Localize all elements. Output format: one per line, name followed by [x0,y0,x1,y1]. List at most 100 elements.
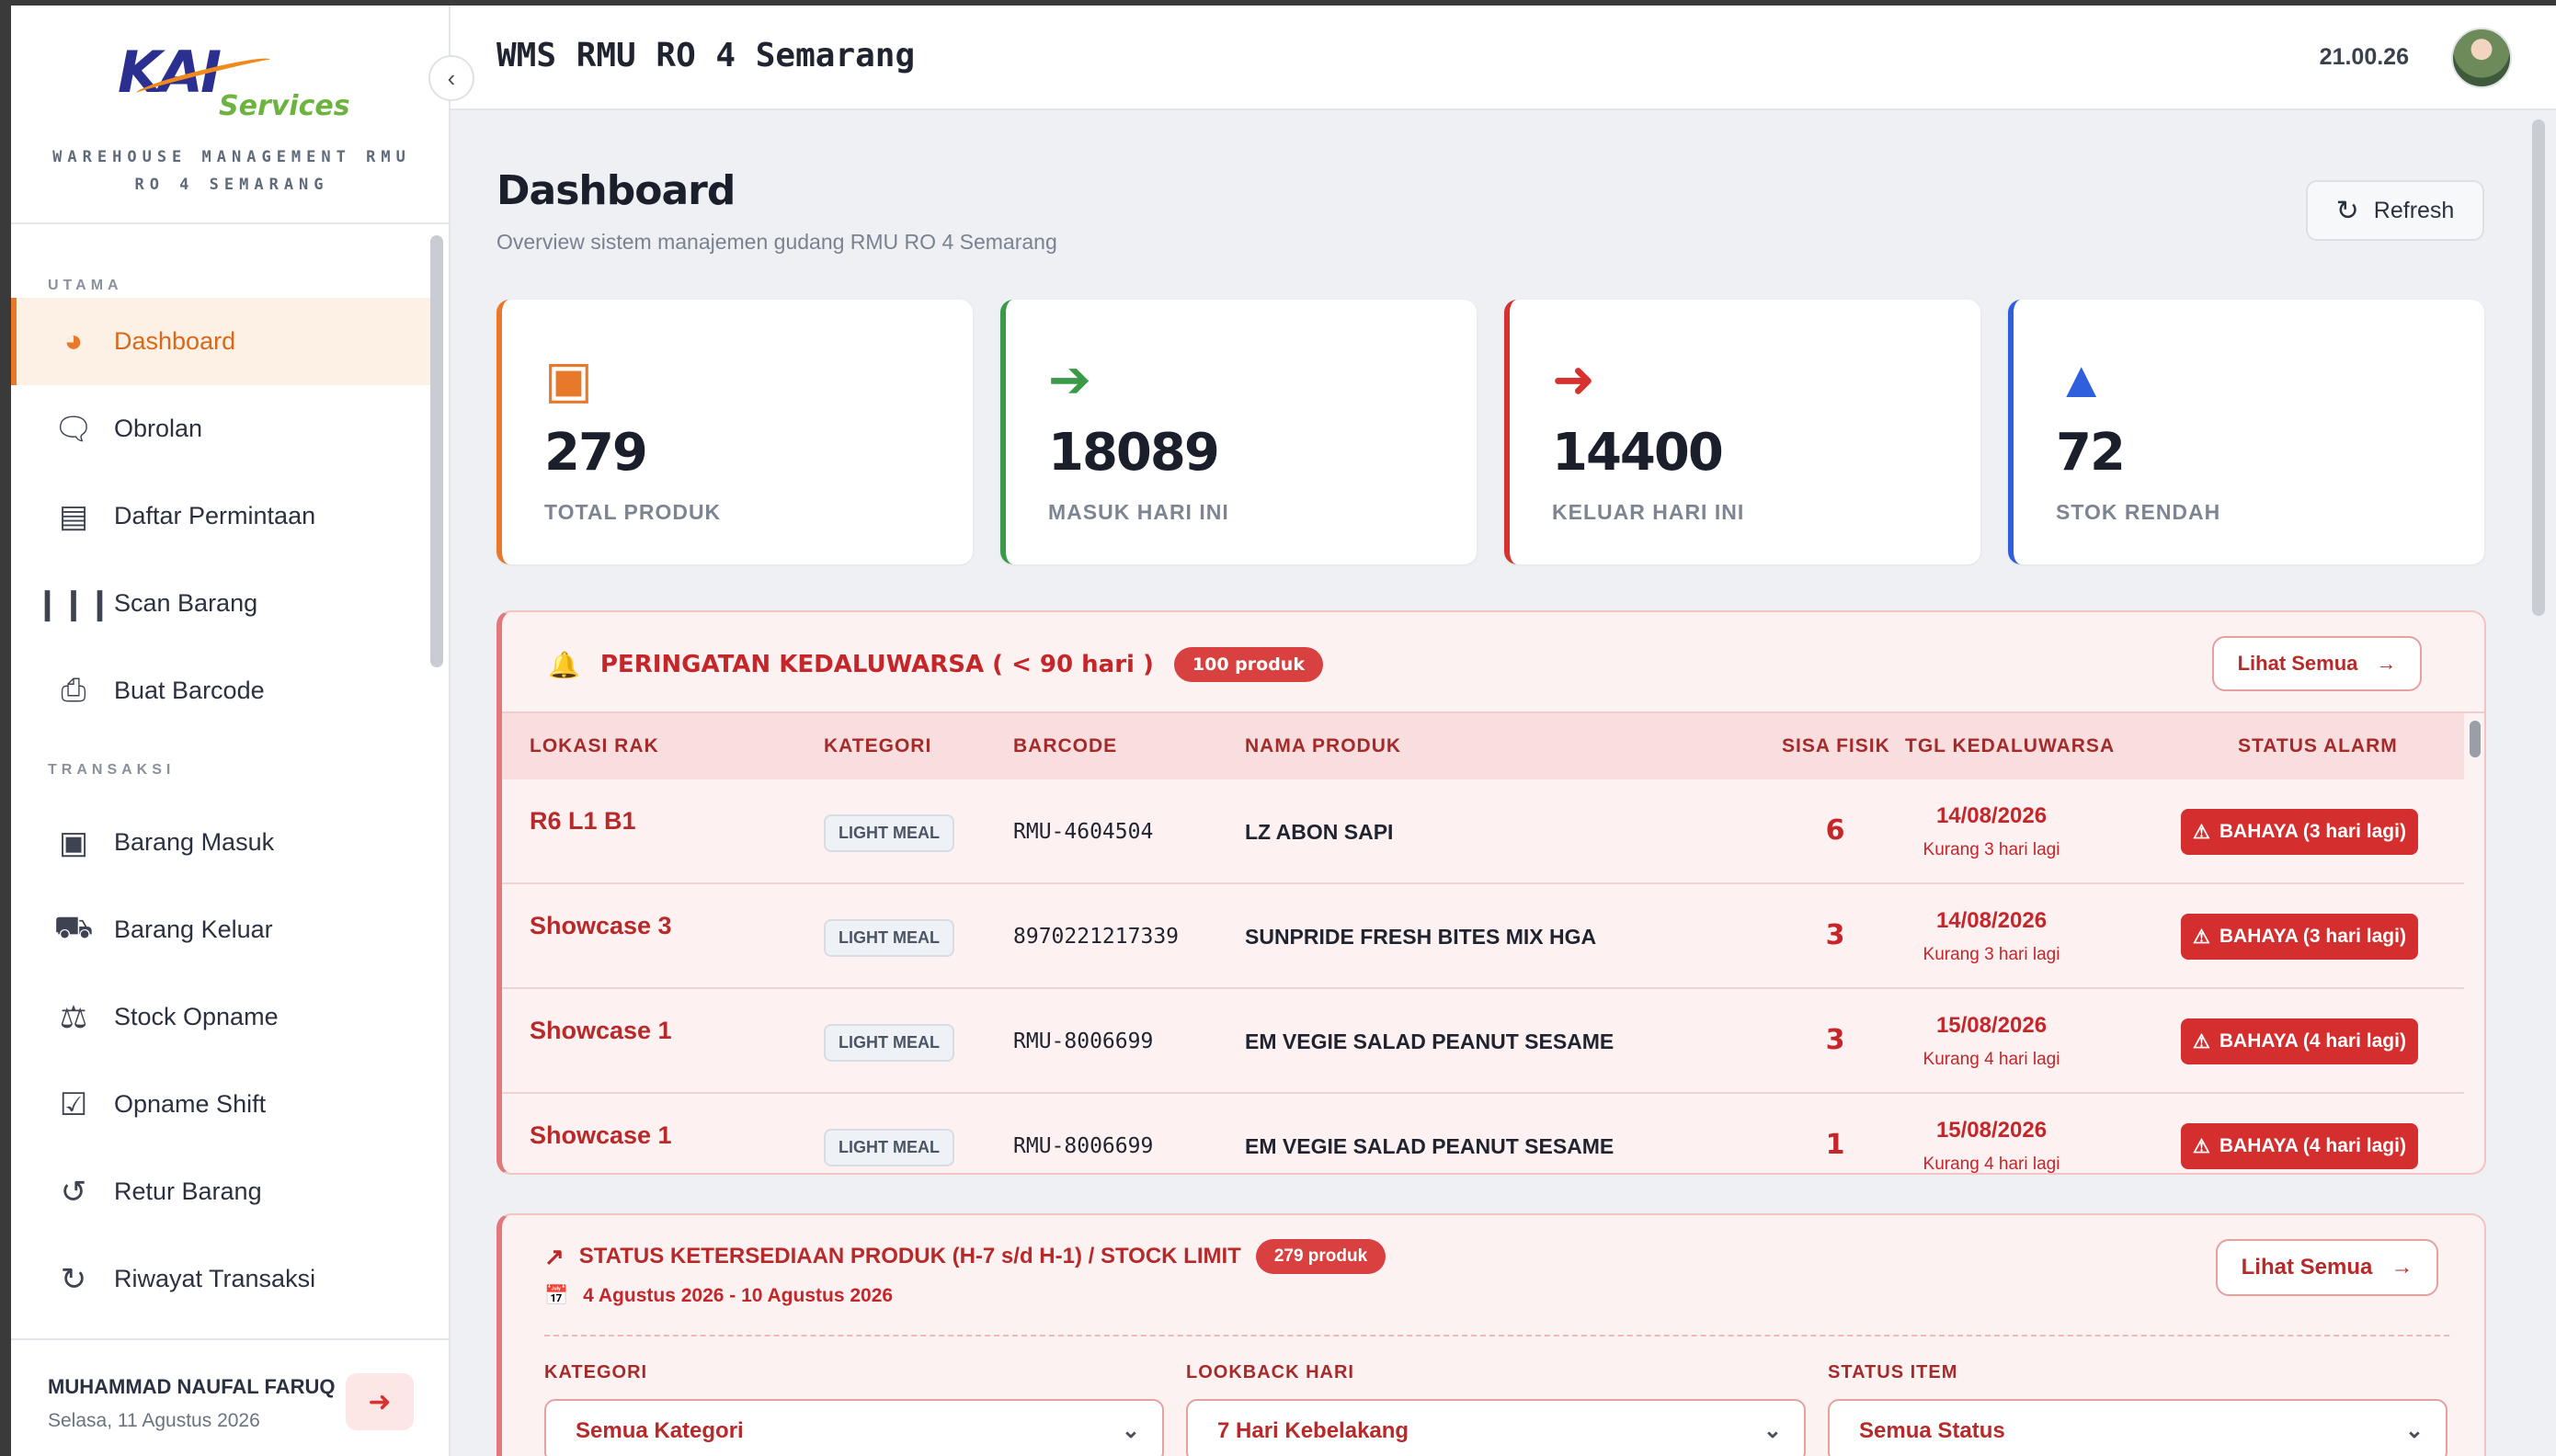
sidebar-item-opname-shift[interactable]: ☑ Opname Shift [11,1061,434,1148]
chevron-down-icon: ⌄ [2404,1418,2424,1443]
sidebar-item-label: Dashboard [114,327,236,355]
stat-label: TOTAL PRODUK [544,500,722,524]
table-row[interactable]: Showcase 1 LIGHT MEAL RMU-8006699 EM VEG… [502,1094,2464,1174]
category-badge: LIGHT MEAL [824,919,954,957]
cell-quantity: 3 [1825,1024,1845,1056]
sidebar-item-scan-barang[interactable]: ❙❙❙ Scan Barang [11,560,434,647]
stat-label: KELUAR HARI INI [1552,500,1745,524]
kai-services-logo[interactable]: KAI Services [118,39,357,131]
expiry-view-all-button[interactable]: Lihat Semua → [2212,636,2422,691]
table-scrollbar[interactable] [2470,721,2481,757]
arrow-right-icon: → [2391,1255,2413,1280]
sidebar-item-label: Buat Barcode [114,677,265,704]
lookback-select[interactable]: 7 Hari Kebelakang ⌄ [1186,1399,1806,1456]
app-window: KAI Services WAREHOUSE MANAGEMENT RMU RO… [11,6,2556,1456]
availability-date-range: 4 Agustus 2026 - 10 Agustus 2026 [583,1285,894,1306]
warning-triangle-icon: ⚠ [2193,1135,2210,1157]
sidebar-item-label: Barang Keluar [114,916,273,943]
category-badge: LIGHT MEAL [824,1024,954,1062]
sidebar-item-riwayat-transaksi[interactable]: ↻ Riwayat Transaksi [11,1235,434,1323]
sidebar-item-daftar-permintaan[interactable]: ▤ Daftar Permintaan [11,472,434,560]
filter-label-lookback: LOOKBACK HARI [1186,1362,1354,1382]
stat-value: 72 [2056,423,2126,483]
cell-location: R6 L1 B1 [530,807,636,835]
logout-button[interactable]: ➜ [346,1373,414,1430]
table-row[interactable]: Showcase 3 LIGHT MEAL 8970221217339 SUNP… [502,884,2464,989]
cell-barcode: RMU-8006699 [1013,1134,1154,1158]
expiry-title: PERINGATAN KEDALUWARSA ( < 90 hari ) [599,651,1154,678]
stat-card-keluar-hari-ini: ➜ 14400 KELUAR HARI INI [1504,300,1980,564]
sidebar-item-obrolan[interactable]: 🗨 Obrolan [11,385,434,472]
col-status-alarm: STATUS ALARM [2238,735,2398,756]
divider [544,1335,2449,1337]
history-icon: ↻ [60,1261,87,1297]
logo-sub-text: Services [219,90,350,122]
status-alarm-text: BAHAYA (4 hari lagi) [2219,1030,2406,1052]
warning-triangle-icon: ▲ [2056,350,2107,408]
stat-value: 18089 [1048,423,1220,483]
user-date: Selasa, 11 Agustus 2026 [48,1410,260,1431]
status-alarm-text: BAHAYA (3 hari lagi) [2219,926,2406,947]
view-all-label: Lihat Semua [2237,652,2358,675]
page-title: Dashboard [496,167,736,214]
availability-view-all-button[interactable]: Lihat Semua → [2216,1239,2438,1296]
sidebar-item-stock-opname[interactable]: ⚖ Stock Opname [11,973,434,1061]
chevron-down-icon: ⌄ [1763,1418,1782,1443]
filter-label-kategori: KATEGORI [544,1362,648,1382]
chevron-down-icon: ⌄ [1121,1418,1140,1443]
box-in-icon: ▣ [58,825,89,860]
cell-days-remaining: Kurang 4 hari lagi [1923,1050,2060,1069]
refresh-label: Refresh [2373,197,2455,223]
col-barcode: BARCODE [1013,735,1118,756]
chevron-left-icon: ‹ [447,63,456,92]
sidebar-item-label: Obrolan [114,415,203,442]
sidebar-item-label: Stock Opname [114,1003,279,1030]
view-all-label: Lihat Semua [2241,1255,2373,1280]
table-row[interactable]: Showcase 1 LIGHT MEAL RMU-8006699 EM VEG… [502,989,2464,1094]
kategori-select[interactable]: Semua Kategori ⌄ [544,1399,1164,1456]
truck-icon: ⛟ [53,909,94,945]
availability-title: STATUS KETERSEDIAAN PRODUK (H-7 s/d H-1)… [578,1244,1241,1268]
col-tgl-kedaluwarsa: TGL KEDALUWARSA [1905,735,2116,756]
sidebar-item-label: Riwayat Transaksi [114,1265,316,1292]
cell-quantity: 1 [1825,1129,1845,1161]
cell-quantity: 6 [1825,814,1845,847]
sidebar-item-buat-barcode[interactable]: ⎙ Buat Barcode [11,647,434,734]
sidebar-item-barang-keluar[interactable]: ⛟ Barang Keluar [11,886,434,973]
cell-days-remaining: Kurang 4 hari lagi [1923,1155,2060,1174]
sidebar-item-label: Barang Masuk [114,828,275,856]
refresh-button[interactable]: ↻ Refresh [2306,180,2484,241]
cell-product-name: EM VEGIE SALAD PEANUT SESAME [1245,1029,1615,1053]
sidebar-scrollbar[interactable] [430,235,443,667]
stat-label: STOK RENDAH [2056,500,2221,524]
refresh-icon: ↻ [2335,195,2359,226]
arrow-right-icon: → [2376,652,2397,675]
cell-barcode: 8970221217339 [1013,925,1180,949]
status-alarm-badge: ⚠ BAHAYA (3 hari lagi) [2181,914,2418,960]
status-alarm-text: BAHAYA (4 hari lagi) [2219,1135,2406,1156]
category-badge: LIGHT MEAL [824,1129,954,1166]
user-name: MUHAMMAD NAUFAL FARUQ [48,1375,336,1398]
clipboard-check-icon: ☑ [59,1086,88,1122]
sidebar-nav: UTAMA ◕ Dashboard 🗨 Obrolan ▤ Daftar Per… [11,224,434,1323]
sign-out-icon: ➜ [368,1386,392,1417]
status-item-select[interactable]: Semua Status ⌄ [1828,1399,2448,1456]
sidebar-item-retur-barang[interactable]: ↺ Retur Barang [11,1148,434,1235]
sidebar-item-label: Daftar Permintaan [114,502,316,529]
main-scrollbar[interactable] [2532,119,2545,616]
expiry-warning-panel: 🔔 PERINGATAN KEDALUWARSA ( < 90 hari ) 1… [496,610,2486,1175]
stat-value: 14400 [1552,423,1724,483]
col-sisa-fisik: SISA FISIK [1782,735,1890,756]
sign-out-icon: ➜ [1552,350,1595,408]
sidebar-collapse-button[interactable]: ‹ [428,55,474,101]
avatar[interactable] [2451,28,2512,88]
col-kategori: KATEGORI [824,735,932,756]
cell-product-name: SUNPRIDE FRESH BITES MIX HGA [1245,925,1597,949]
sidebar-item-dashboard[interactable]: ◕ Dashboard [11,298,434,385]
table-row[interactable]: R6 L1 B1 LIGHT MEAL RMU-4604504 LZ ABON … [502,779,2464,884]
cell-days-remaining: Kurang 3 hari lagi [1923,840,2060,859]
stat-label: MASUK HARI INI [1048,500,1229,524]
sidebar-item-label: Opname Shift [114,1090,267,1118]
sidebar-item-barang-masuk[interactable]: ▣ Barang Masuk [11,799,434,886]
clock: 21.00.26 [2319,44,2409,70]
